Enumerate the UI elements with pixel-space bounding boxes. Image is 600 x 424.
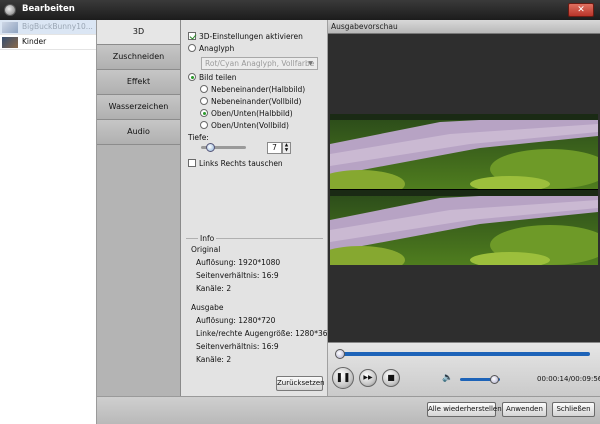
file-list: BigBuckBunny10... Kinder <box>0 20 97 424</box>
anaglyph-radio[interactable] <box>188 44 196 52</box>
split-option[interactable]: Bild teilen <box>188 73 237 82</box>
reset-button[interactable]: Zurücksetzen <box>276 376 325 391</box>
original-resolution: Auflösung: 1920*1080 <box>196 258 281 267</box>
enable-3d-option[interactable]: 3D-Einstellungen aktivieren <box>188 32 303 41</box>
playback-timecode: 00:00:14/00:09:56 <box>537 375 600 383</box>
player-controls: ❚❚ ▶▶ ■ 🔈 00:00:14/00:09:56 <box>328 342 600 404</box>
depth-slider-thumb[interactable] <box>205 143 215 152</box>
edit-tabs: 3D Zuschneiden Effekt Wasserzeichen Audi… <box>97 20 181 404</box>
split-topbottom-half-option[interactable]: Oben/Unten(Halbbild) <box>200 109 293 118</box>
close-window-button[interactable]: ✕ <box>568 3 594 17</box>
anaglyph-label: Anaglyph <box>199 44 235 53</box>
split-side-half-option[interactable]: Nebeneinander(Halbbild) <box>200 85 305 94</box>
split-side-full-label: Nebeneinander(Vollbild) <box>211 97 302 106</box>
preview-header: Ausgabevorschau <box>328 20 600 34</box>
pause-button[interactable]: ❚❚ <box>332 367 354 389</box>
window-title: Bearbeiten <box>22 4 75 14</box>
output-resolution: Auflösung: 1280*720 <box>196 316 276 325</box>
video-thumbnail-icon <box>2 37 18 48</box>
info-legend: Info <box>198 234 217 243</box>
output-channels: Kanäle: 2 <box>196 355 232 364</box>
split-topbottom-half-label: Oben/Unten(Halbbild) <box>211 109 293 118</box>
pause-icon: ❚❚ <box>335 373 351 383</box>
stop-button[interactable]: ■ <box>382 369 400 387</box>
swap-option[interactable]: Links Rechts tauschen <box>188 159 283 168</box>
chevron-down-icon: ▼ <box>308 60 313 67</box>
dialog-footer: Alle wiederherstellen Anwenden Schließen <box>97 396 600 424</box>
tab-audio[interactable]: Audio <box>97 120 180 145</box>
forward-button[interactable]: ▶▶ <box>359 369 377 387</box>
original-heading: Original <box>191 245 221 254</box>
swap-label: Links Rechts tauschen <box>199 159 283 168</box>
stop-icon: ■ <box>387 373 395 382</box>
original-aspect-ratio: Seitenverhältnis: 16:9 <box>196 271 279 280</box>
anaglyph-type-select[interactable]: Rot/Cyan Anaglyph, Vollfarbe ▼ <box>201 57 318 70</box>
list-item[interactable]: BigBuckBunny10... <box>0 20 96 35</box>
3d-settings-panel: 3D-Einstellungen aktivieren Anaglyph Rot… <box>181 20 332 404</box>
depth-stepper[interactable]: ▲ ▼ <box>282 142 291 154</box>
anaglyph-option[interactable]: Anaglyph <box>188 44 234 53</box>
enable-3d-label: 3D-Einstellungen aktivieren <box>199 32 303 41</box>
volume-slider[interactable] <box>460 375 500 384</box>
depth-input[interactable]: 7 <box>267 142 282 154</box>
split-label: Bild teilen <box>199 73 237 82</box>
output-eye-size: Linke/rechte Augengröße: 1280*360 <box>196 329 333 338</box>
preview-video-frame <box>330 114 598 265</box>
file-name: BigBuckBunny10... <box>22 22 93 31</box>
split-side-half-radio[interactable] <box>200 85 208 93</box>
preview-bottom-image <box>330 190 598 265</box>
close-button[interactable]: Schließen <box>552 402 595 417</box>
volume-slider-thumb[interactable] <box>489 375 499 384</box>
preview-top-image <box>330 114 598 189</box>
file-name: Kinder <box>22 37 47 46</box>
anaglyph-type-value: Rot/Cyan Anaglyph, Vollfarbe <box>205 59 315 68</box>
original-channels: Kanäle: 2 <box>196 284 232 293</box>
split-side-full-radio[interactable] <box>200 97 208 105</box>
app-logo-icon <box>4 4 16 16</box>
output-heading: Ausgabe <box>191 303 224 312</box>
tab-crop[interactable]: Zuschneiden <box>97 45 180 70</box>
split-topbottom-half-radio[interactable] <box>200 109 208 117</box>
title-bar: Bearbeiten ✕ <box>0 0 600 20</box>
tab-effect[interactable]: Effekt <box>97 70 180 95</box>
swap-checkbox[interactable] <box>188 159 196 167</box>
split-topbottom-full-option[interactable]: Oben/Unten(Vollbild) <box>200 121 289 130</box>
seek-bar[interactable] <box>335 349 590 359</box>
depth-slider[interactable] <box>201 143 246 152</box>
split-topbottom-full-radio[interactable] <box>200 121 208 129</box>
restore-all-button[interactable]: Alle wiederherstellen <box>427 402 502 417</box>
tab-watermark[interactable]: Wasserzeichen <box>97 95 180 120</box>
apply-button[interactable]: Anwenden <box>502 402 547 417</box>
fast-forward-icon: ▶▶ <box>363 374 373 381</box>
depth-label: Tiefe: <box>188 133 209 142</box>
enable-3d-checkbox[interactable] <box>188 32 196 40</box>
volume-icon[interactable]: 🔈 <box>442 373 454 385</box>
video-thumbnail-icon <box>2 22 18 33</box>
split-radio[interactable] <box>188 73 196 81</box>
seek-thumb[interactable] <box>335 349 345 359</box>
output-preview-panel: Ausgabevorschau ❚❚ ▶▶ ■ 🔈 00:00:14/00:09… <box>328 20 600 404</box>
split-side-half-label: Nebeneinander(Halbbild) <box>211 85 306 94</box>
split-side-full-option[interactable]: Nebeneinander(Vollbild) <box>200 97 301 106</box>
output-aspect-ratio: Seitenverhältnis: 16:9 <box>196 342 279 351</box>
info-group: Info Original Auflösung: 1920*1080 Seite… <box>186 234 332 388</box>
list-item[interactable]: Kinder <box>0 35 96 50</box>
split-topbottom-full-label: Oben/Unten(Vollbild) <box>211 121 289 130</box>
tab-3d[interactable]: 3D <box>97 20 180 45</box>
